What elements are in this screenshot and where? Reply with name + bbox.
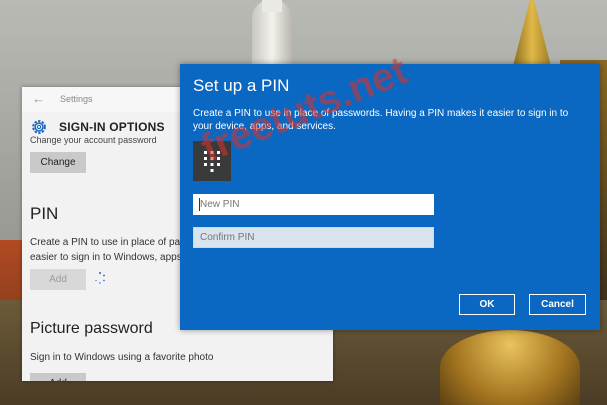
- new-pin-input[interactable]: [193, 194, 434, 215]
- page-title: SIGN-IN OPTIONS: [59, 120, 165, 134]
- text-cursor: [199, 198, 200, 211]
- confirm-pin-input[interactable]: [193, 227, 434, 248]
- background-statue: [440, 330, 580, 405]
- gear-icon: [32, 120, 46, 134]
- pin-heading: PIN: [30, 204, 59, 223]
- app-name: Settings: [60, 94, 93, 104]
- add-picture-password-button[interactable]: Add: [30, 373, 86, 381]
- change-button[interactable]: Change: [30, 152, 86, 173]
- dialog-title: Set up a PIN: [193, 76, 290, 95]
- change-password-text: Change your account password: [30, 135, 157, 145]
- setup-pin-dialog: Set up a PIN Create a PIN to use in plac…: [180, 64, 600, 330]
- cancel-button[interactable]: Cancel: [529, 294, 586, 315]
- back-arrow-icon[interactable]: ←: [32, 91, 45, 106]
- picture-password-description: Sign in to Windows using a favorite phot…: [30, 352, 214, 363]
- picture-password-heading: Picture password: [30, 320, 153, 337]
- ok-button[interactable]: OK: [459, 294, 515, 315]
- background-tower-top: [262, 0, 282, 12]
- loading-spinner-icon: [95, 272, 105, 284]
- add-pin-button[interactable]: Add: [30, 269, 86, 290]
